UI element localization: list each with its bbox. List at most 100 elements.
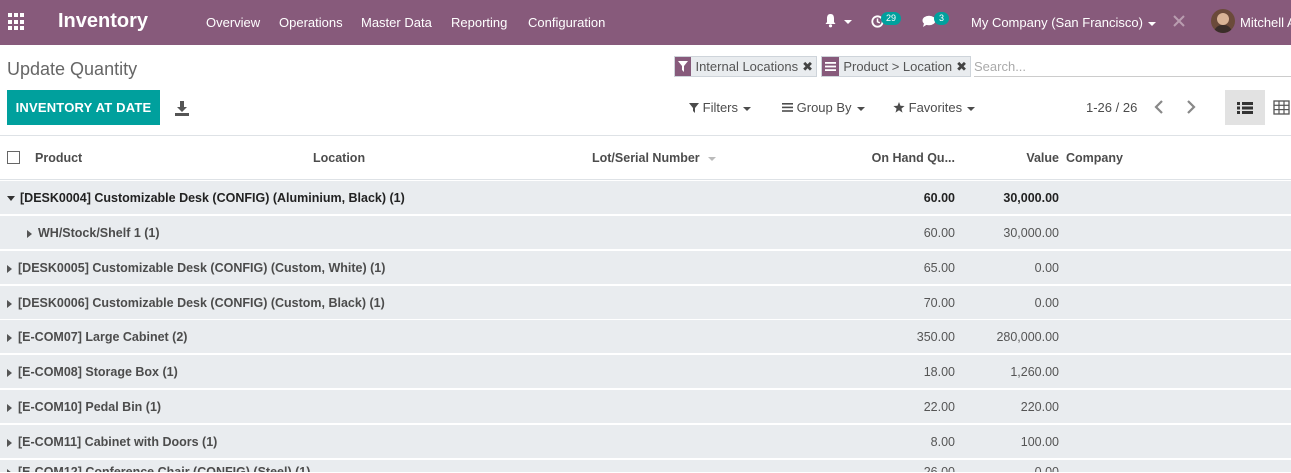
subgroup-row[interactable]: WH/Stock/Shelf 1 (1) 60.00 30,000.00 (0, 216, 1291, 250)
group-value: 0.00 (1034, 261, 1059, 275)
select-all-checkbox[interactable] (7, 151, 20, 164)
group-value: 100.00 (1020, 435, 1059, 449)
pivot-view-button[interactable] (1266, 90, 1291, 125)
group-qty: 60.00 (923, 226, 955, 240)
caret-right-icon (7, 264, 12, 273)
group-label: [E-COM12] Conference Chair (CONFIG) (Ste… (7, 465, 311, 473)
menu-reporting[interactable]: Reporting (451, 15, 507, 30)
remove-facet-icon[interactable]: ✖ (956, 59, 967, 75)
apps-menu-icon[interactable] (8, 13, 26, 31)
page-title: Update Quantity (7, 59, 138, 79)
column-product[interactable]: Product (35, 151, 82, 165)
menu-overview[interactable]: Overview (206, 15, 260, 30)
group-label-text: [E-COM12] Conference Chair (CONFIG) (Ste… (18, 465, 311, 473)
menu-operations[interactable]: Operations (279, 15, 343, 30)
group-label-text: [DESK0005] Customizable Desk (CONFIG) (C… (18, 261, 386, 275)
group-value: 30,000.00 (1003, 191, 1059, 205)
group-value: 30,000.00 (1003, 226, 1059, 240)
group-value: 0.00 (1034, 465, 1059, 473)
list-view-button[interactable] (1225, 90, 1265, 125)
filters-dropdown[interactable]: Filters (689, 100, 752, 115)
facet-groupby-product-location[interactable]: Product > Location ✖ (821, 56, 971, 77)
group-value: 280,000.00 (996, 330, 1059, 344)
user-name[interactable]: Mitchell Admin (1240, 15, 1291, 30)
group-row[interactable]: [E-COM10] Pedal Bin (1) 22.00 220.00 (0, 390, 1291, 424)
column-value[interactable]: Value (1026, 151, 1059, 165)
caret-right-icon (27, 229, 32, 238)
group-row[interactable]: [DESK0004] Customizable Desk (CONFIG) (A… (0, 181, 1291, 215)
group-qty: 65.00 (923, 261, 955, 275)
group-row[interactable]: [E-COM12] Conference Chair (CONFIG) (Ste… (0, 460, 1291, 473)
group-label-text: [DESK0004] Customizable Desk (CONFIG) (A… (20, 191, 405, 205)
group-label: [E-COM07] Large Cabinet (2) (7, 330, 187, 344)
list-view-icon (1237, 102, 1253, 114)
download-icon[interactable] (173, 99, 191, 117)
group-value: 1,260.00 (1010, 365, 1059, 379)
group-label: [DESK0006] Customizable Desk (CONFIG) (C… (7, 296, 385, 310)
pager-value[interactable]: 1-26 / 26 (1086, 100, 1137, 115)
facet-label: Internal Locations (695, 59, 799, 74)
filters-label: Filters (702, 100, 739, 115)
group-label: [E-COM08] Storage Box (1) (7, 365, 178, 379)
favorites-label: Favorites (908, 100, 963, 115)
group-label: [E-COM11] Cabinet with Doors (1) (7, 435, 217, 449)
group-row[interactable]: [E-COM08] Storage Box (1) 18.00 1,260.00 (0, 355, 1291, 389)
caret-right-icon (7, 403, 12, 412)
group-row[interactable]: [E-COM07] Large Cabinet (2) 350.00 280,0… (0, 320, 1291, 354)
inventory-at-date-button[interactable]: INVENTORY AT DATE (7, 90, 160, 125)
pager-previous-icon[interactable] (1153, 99, 1169, 117)
group-label: [E-COM10] Pedal Bin (1) (7, 400, 161, 414)
caret-right-icon (7, 368, 12, 377)
column-location[interactable]: Location (313, 151, 365, 165)
group-label-text: [E-COM11] Cabinet with Doors (1) (18, 435, 218, 449)
user-avatar[interactable] (1211, 9, 1235, 33)
group-label-text: [E-COM07] Large Cabinet (2) (18, 330, 188, 344)
column-company[interactable]: Company (1066, 151, 1123, 165)
group-value: 220.00 (1020, 400, 1059, 414)
group-row[interactable]: [DESK0005] Customizable Desk (CONFIG) (C… (0, 251, 1291, 285)
group-value: 0.00 (1034, 296, 1059, 310)
column-lot-serial[interactable]: Lot/Serial Number (592, 151, 717, 165)
app-brand[interactable]: Inventory (58, 10, 148, 33)
group-by-dropdown[interactable]: Group By (782, 100, 865, 115)
group-row[interactable]: [DESK0006] Customizable Desk (CONFIG) (C… (0, 286, 1291, 320)
group-qty: 26.00 (923, 465, 955, 473)
facet-internal-locations[interactable]: Internal Locations ✖ (674, 56, 817, 77)
group-qty: 70.00 (923, 296, 955, 310)
bell-icon[interactable] (824, 13, 837, 31)
company-name: My Company (San Francisco) (971, 15, 1143, 30)
group-by-label: Group By (796, 100, 852, 115)
star-icon (893, 102, 905, 113)
group-label-text: [E-COM08] Storage Box (1) (18, 365, 178, 379)
filter-icon (675, 57, 692, 76)
messages-count-badge: 3 (934, 12, 950, 25)
favorites-dropdown[interactable]: Favorites (893, 100, 976, 115)
group-qty: 22.00 (923, 400, 955, 414)
group-qty: 18.00 (923, 365, 955, 379)
table-grid-icon (1273, 100, 1290, 115)
group-row[interactable]: [E-COM11] Cabinet with Doors (1) 8.00 10… (0, 425, 1291, 459)
bell-dropdown-icon[interactable] (844, 13, 852, 29)
group-qty: 350.00 (916, 330, 955, 344)
column-on-hand[interactable]: On Hand Qu... (872, 151, 955, 165)
debug-tools-icon[interactable] (1172, 14, 1186, 31)
remove-facet-icon[interactable]: ✖ (802, 59, 813, 75)
column-lot-serial-label: Lot/Serial Number (592, 151, 700, 165)
group-label: [DESK0004] Customizable Desk (CONFIG) (A… (7, 191, 405, 205)
table-header: Product Location Lot/Serial Number On Ha… (0, 136, 1291, 180)
company-switcher[interactable]: My Company (San Francisco) (971, 15, 1156, 30)
group-label-text: [DESK0006] Customizable Desk (CONFIG) (C… (18, 296, 385, 310)
group-label-text: WH/Stock/Shelf 1 (1) (38, 226, 160, 240)
search-input[interactable] (974, 57, 1291, 77)
groupby-icon (782, 103, 793, 112)
group-qty: 60.00 (923, 191, 955, 205)
pager-next-icon[interactable] (1185, 99, 1201, 117)
menu-master-data[interactable]: Master Data (361, 15, 432, 30)
top-navbar: Inventory Overview Operations Master Dat… (0, 0, 1291, 45)
group-qty: 8.00 (930, 435, 955, 449)
caret-down-icon (7, 196, 15, 202)
caret-right-icon (7, 438, 12, 447)
filter-icon (689, 103, 699, 113)
group-label: [DESK0005] Customizable Desk (CONFIG) (C… (7, 261, 385, 275)
menu-configuration[interactable]: Configuration (528, 15, 605, 30)
